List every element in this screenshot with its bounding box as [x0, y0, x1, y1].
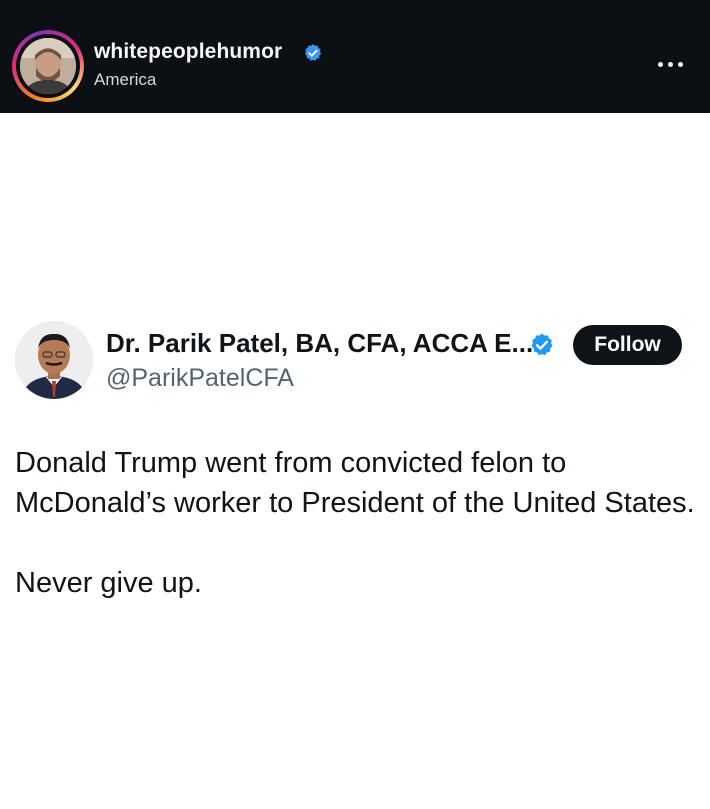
tweet-paragraph: Never give up.: [15, 567, 202, 599]
tweet-text: Donald Trump went from convicted felon t…: [15, 443, 695, 603]
post-username[interactable]: whitepeoplehumor: [94, 40, 282, 64]
more-horizontal-icon[interactable]: [650, 54, 690, 74]
tweet-author-name[interactable]: Dr. Parik Patel, BA, CFA, ACCA E...: [106, 328, 533, 359]
story-ring[interactable]: [12, 30, 84, 102]
tweet-paragraph: Donald Trump went from convicted felon t…: [15, 447, 695, 519]
post-header: whitepeoplehumor America: [0, 0, 710, 113]
profile-avatar[interactable]: [20, 38, 76, 94]
post-location[interactable]: America: [94, 70, 156, 90]
verified-badge-icon: [304, 44, 322, 61]
tweet-author-avatar-image: [15, 321, 93, 399]
avatar-ring-gap: [16, 34, 80, 98]
tweet-author-handle[interactable]: @ParikPatelCFA: [106, 364, 294, 393]
verified-badge-icon: [531, 333, 553, 356]
more-dot: [657, 61, 663, 67]
profile-avatar-image: [20, 38, 76, 94]
follow-button[interactable]: Follow: [573, 325, 682, 365]
tweet-author-avatar[interactable]: [15, 321, 93, 399]
more-dot: [667, 61, 673, 67]
more-dot: [677, 61, 683, 67]
